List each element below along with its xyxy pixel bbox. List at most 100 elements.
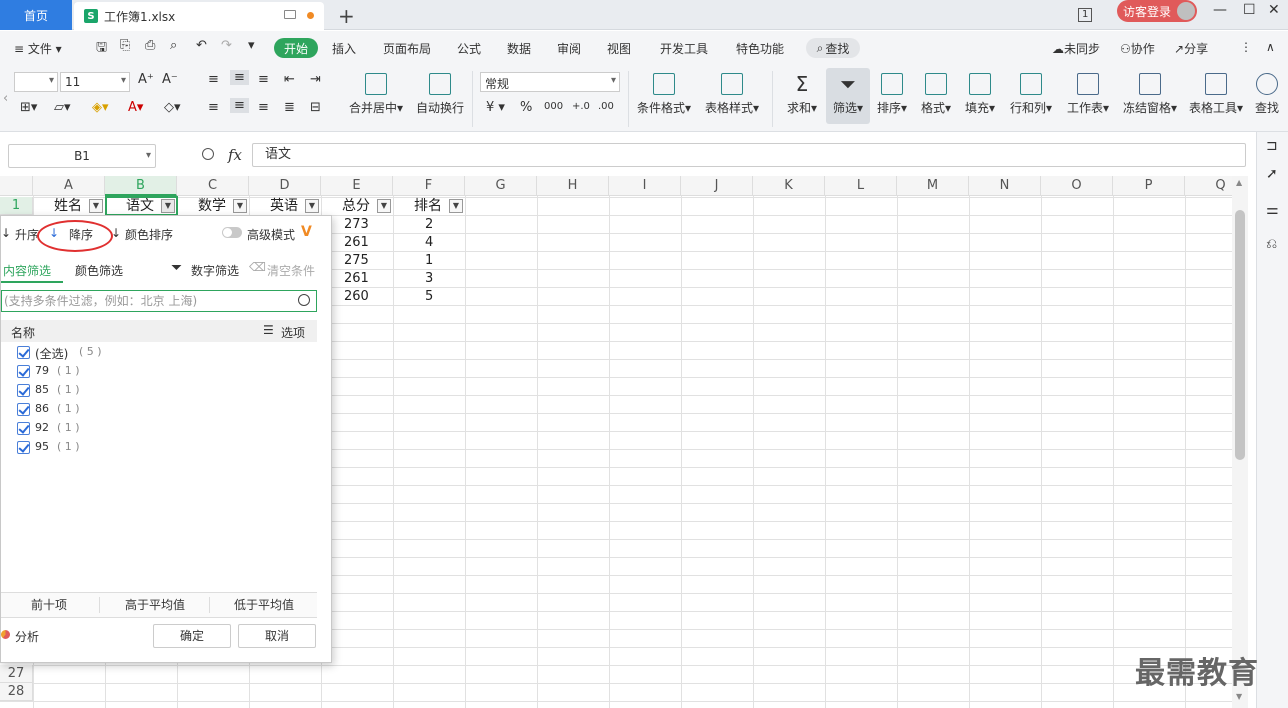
color-sort-button[interactable]: 颜色排序 [125,226,173,243]
number-format-select[interactable]: 常规 [480,72,620,92]
tab-content-filter[interactable]: 内容筛选 [3,262,51,279]
header-cell-rank[interactable]: 排名 [414,197,442,215]
column-header-k[interactable]: K [753,176,825,196]
menu-file[interactable]: ≡ 文件 ▾ [14,40,62,57]
filter-dropdown-c[interactable]: ▼ [233,199,247,213]
list-item-label[interactable]: 92 [35,421,49,434]
checkbox-icon[interactable] [17,346,30,359]
cell-style-icon[interactable]: ▱▾ [54,100,71,115]
list-item-label[interactable]: 85 [35,383,49,396]
history-icon[interactable]: ⎌ [1266,236,1277,252]
adjust-icon[interactable]: ⚌ [1266,202,1279,218]
fill-color-icon[interactable]: ◈▾ [92,100,109,115]
cancel-button[interactable]: 取消 [238,624,316,648]
column-header-b[interactable]: B [105,176,177,196]
cell-f3[interactable]: 4 [425,234,433,252]
row-col-button[interactable]: 行和列▾ [1006,73,1056,116]
list-item-label[interactable]: 95 [35,440,49,453]
decrease-decimal-icon[interactable]: .00 [598,101,614,112]
close-button[interactable]: ✕ [1268,2,1280,18]
border-icon[interactable]: ⊞▾ [20,100,37,115]
menu-home[interactable]: 开始 [274,38,318,58]
align-right-icon[interactable]: ≡ [258,100,269,115]
freeze-panes-button[interactable]: 冻结窗格▾ [1120,73,1180,116]
menu-data[interactable]: 数据 [507,40,531,57]
find-button[interactable]: 查找 [1252,73,1282,116]
sort-asc-button[interactable]: 升序 [15,226,39,243]
filter-dropdown-f[interactable]: ▼ [449,199,463,213]
row-header-27[interactable]: 27 [0,665,33,683]
collab-button[interactable]: ⚇协作 [1120,40,1155,57]
cell-f4[interactable]: 1 [425,252,433,270]
menu-special[interactable]: 特色功能 [736,40,784,57]
percent-icon[interactable]: % [520,100,532,115]
thousands-icon[interactable]: 000 [544,101,563,112]
home-tab[interactable]: 首页 [0,0,72,30]
preview-icon[interactable]: ⌕ [170,38,177,53]
cell-e4[interactable]: 275 [344,252,369,270]
header-cell-english[interactable]: 英语 [270,197,298,215]
distribute-icon[interactable]: ⊟ [310,100,321,115]
collapse-ribbon-icon[interactable]: ∧ [1266,40,1275,54]
wrap-text-button[interactable]: 自动换行 [414,73,466,116]
align-left-icon[interactable]: ≡ [208,100,219,115]
cell-f5[interactable]: 3 [425,270,433,288]
font-size-select[interactable]: 11 [60,72,130,92]
ok-button[interactable]: 确定 [153,624,231,648]
justify-icon[interactable]: ≣ [284,100,295,115]
sum-button[interactable]: Σ 求和▾ [782,73,822,116]
redo-icon[interactable]: ↷ [221,38,232,53]
checkbox-icon[interactable] [17,422,30,435]
indent-increase-icon[interactable]: ⇥ [310,72,321,87]
sheet-button[interactable]: 工作表▾ [1062,73,1114,116]
ribbon-scroll-left-icon[interactable]: ‹ [3,91,8,106]
align-center-icon[interactable]: ≡ [230,98,249,113]
list-item-label[interactable]: (全选) [35,345,68,362]
filter-dropdown-d[interactable]: ▼ [305,199,319,213]
undo-icon[interactable]: ↶ [196,38,207,53]
search-button[interactable]: ⌕ 查找 [806,38,860,58]
header-cell-math[interactable]: 数学 [198,197,226,215]
filter-dropdown-e[interactable]: ▼ [377,199,391,213]
row-header-1[interactable]: 1 [0,197,33,215]
checkbox-icon[interactable] [17,441,30,454]
checkbox-icon[interactable] [17,403,30,416]
menu-formula[interactable]: 公式 [457,40,481,57]
menu-page-layout[interactable]: 页面布局 [383,40,431,57]
number-filter-button[interactable]: 数字筛选 [191,262,239,279]
new-tab-button[interactable]: + [338,4,355,28]
fx-icon[interactable]: fx [228,146,242,164]
column-header-d[interactable]: D [249,176,321,196]
scroll-down-icon[interactable]: ▼ [1236,692,1242,701]
indent-decrease-icon[interactable]: ⇤ [284,72,295,87]
number-filter-icon[interactable]: ⏷ [171,260,182,276]
name-box[interactable]: B1 [8,144,156,168]
formula-input[interactable]: 语文 [252,143,1246,167]
scroll-thumb[interactable] [1235,210,1245,460]
column-header-h[interactable]: H [537,176,609,196]
column-header-p[interactable]: P [1113,176,1185,196]
cell-e6[interactable]: 260 [344,288,369,306]
menu-view[interactable]: 视图 [607,40,631,57]
options-icon[interactable]: ☰ [263,323,274,337]
font-shrink-icon[interactable]: A⁻ [162,72,178,87]
column-header-l[interactable]: L [825,176,897,196]
column-header-a[interactable]: A [33,176,105,196]
column-header-j[interactable]: J [681,176,753,196]
filter-search-input[interactable]: (支持多条件过滤，例如：北京 上海) [1,290,317,312]
list-options-button[interactable]: 选项 [281,324,305,341]
header-cell-total[interactable]: 总分 [342,197,370,215]
analysis-pie-icon[interactable] [1,630,10,639]
column-header-m[interactable]: M [897,176,969,196]
pointer-icon[interactable]: ➚ [1266,166,1278,182]
cell-e3[interactable]: 261 [344,234,369,252]
currency-icon[interactable]: ¥ ▾ [486,100,505,115]
zoom-icon[interactable] [202,148,214,160]
font-name-select[interactable] [14,72,58,92]
table-style-button[interactable]: 表格样式▾ [702,73,762,116]
cell-e2[interactable]: 273 [344,216,369,234]
column-header-e[interactable]: E [321,176,393,196]
cell-f2[interactable]: 2 [425,216,433,234]
monitor-icon[interactable] [284,10,296,19]
font-grow-icon[interactable]: A⁺ [138,72,154,87]
